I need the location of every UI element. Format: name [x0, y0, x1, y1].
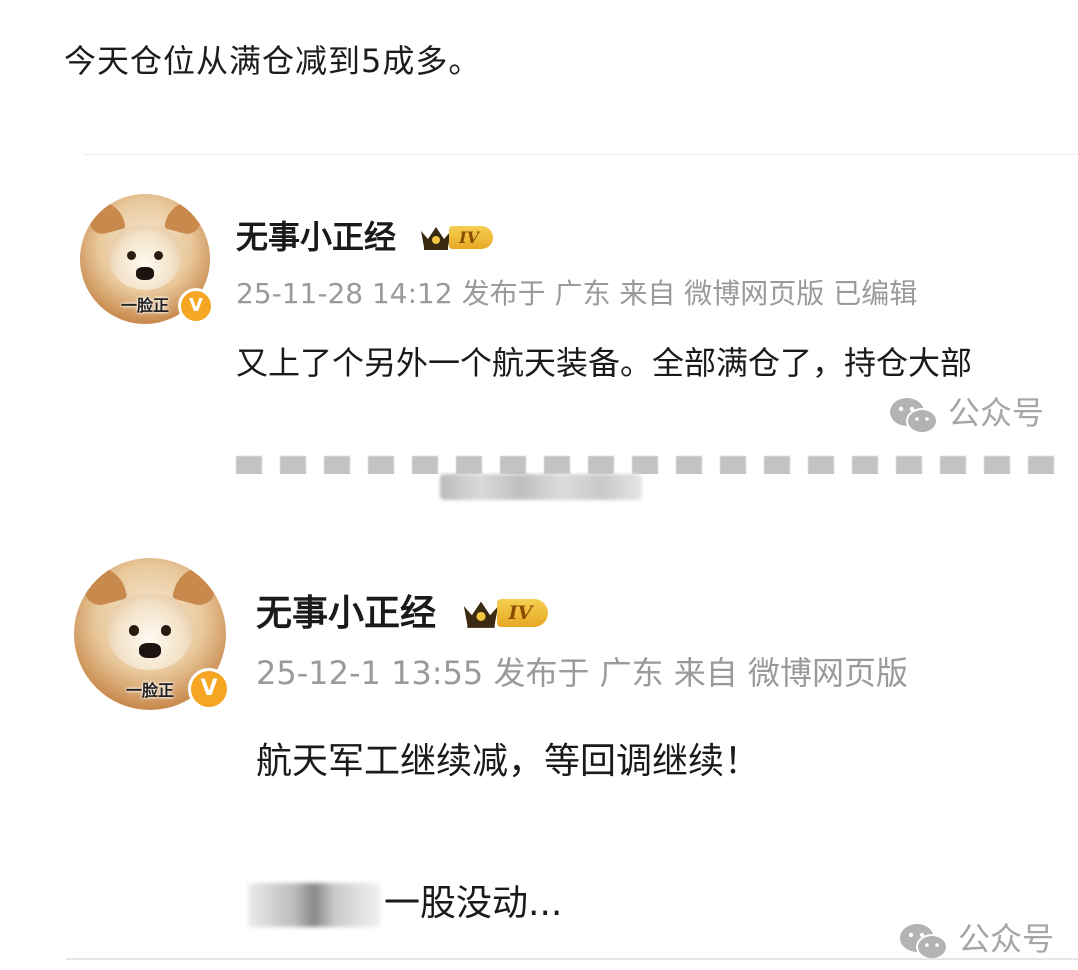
post-meta: 25-11-28 14:12 发布于 广东 来自 微博网页版 已编辑: [236, 277, 918, 310]
crown-icon: [421, 227, 452, 250]
level-badge: IV: [461, 591, 549, 632]
blurred-stock-name: [248, 883, 380, 927]
level-badge: IV: [419, 216, 494, 254]
level-text: IV: [496, 598, 549, 627]
divider: [66, 958, 1078, 960]
level-text: IV: [449, 225, 494, 249]
post-meta: 25-12-1 13:55 发布于 广东 来自 微博网页版: [256, 654, 908, 692]
pixelated-region: [440, 474, 642, 500]
username[interactable]: 无事小正经 IV: [236, 212, 494, 258]
watermark-text: 公众号: [958, 920, 1055, 958]
crown-icon: [463, 601, 498, 628]
divider: [84, 154, 1078, 155]
watermark: 公众号: [898, 914, 1054, 961]
verified-badge-icon: V: [178, 288, 214, 324]
truncated-line: [236, 456, 1056, 474]
intro-text: 今天仓位从满仓减到5成多。: [64, 42, 482, 80]
username[interactable]: 无事小正经 IV: [256, 584, 549, 636]
post-content-line2: 一股没动...: [248, 874, 562, 927]
watermark-text: 公众号: [948, 394, 1045, 432]
weibo-post: 一脸正 V 无事小正经 IV 25-12-1 13:55 发布于 广东 来自 微…: [74, 556, 1078, 956]
watermark: 公众号: [888, 388, 1044, 435]
username-text[interactable]: 无事小正经: [256, 593, 436, 634]
post-content: 航天军工继续减，等回调继续！: [256, 741, 761, 782]
post-content: 又上了个另外一个航天装备。全部满仓了，持仓大部: [236, 344, 973, 382]
verified-badge-icon: V: [188, 668, 230, 710]
wechat-icon: [900, 924, 948, 960]
username-text[interactable]: 无事小正经: [236, 218, 396, 256]
wechat-icon: [890, 398, 938, 434]
